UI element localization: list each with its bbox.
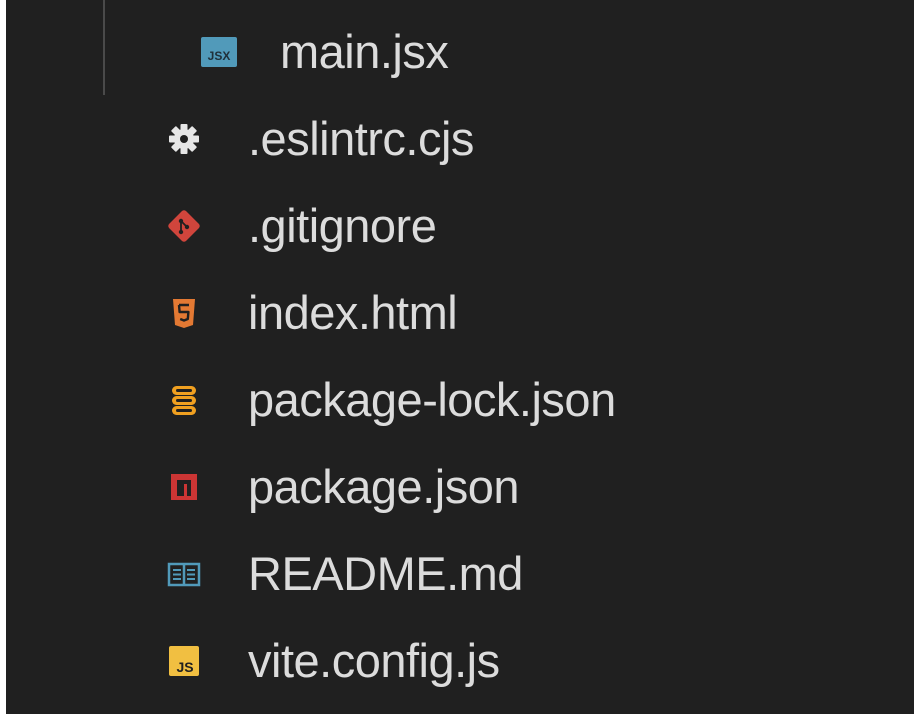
js-icon-text: JS <box>176 659 193 675</box>
file-item-main-jsx[interactable]: JSX main.jsx <box>6 9 914 95</box>
file-label: README.md <box>248 547 523 600</box>
file-item-package-json[interactable]: package.json <box>6 444 914 530</box>
file-item-eslintrc[interactable]: .eslintrc.cjs <box>6 96 914 182</box>
file-item-gitignore[interactable]: .gitignore <box>6 183 914 269</box>
file-label: package.json <box>248 460 519 513</box>
gear-icon <box>164 119 204 159</box>
javascript-icon: JS <box>164 641 204 681</box>
database-icon <box>164 380 204 420</box>
npm-icon <box>164 467 204 507</box>
file-label: vite.config.js <box>248 634 500 687</box>
file-item-index-html[interactable]: index.html <box>6 270 914 356</box>
git-icon <box>164 206 204 246</box>
book-icon <box>164 554 204 594</box>
file-item-vite-config[interactable]: JS vite.config.js <box>6 618 914 704</box>
file-label: .eslintrc.cjs <box>248 112 474 165</box>
jsx-icon-text: JSX <box>208 49 231 63</box>
react-jsx-icon: JSX <box>199 32 239 72</box>
file-explorer: JSX main.jsx .eslintrc.cjs .gitignore in… <box>6 0 914 714</box>
file-label: index.html <box>248 286 458 339</box>
html5-icon <box>164 293 204 333</box>
file-label: main.jsx <box>280 25 449 78</box>
file-item-readme[interactable]: README.md <box>6 531 914 617</box>
file-label: package-lock.json <box>248 373 616 426</box>
file-label: .gitignore <box>248 199 437 252</box>
file-item-package-lock-json[interactable]: package-lock.json <box>6 357 914 443</box>
